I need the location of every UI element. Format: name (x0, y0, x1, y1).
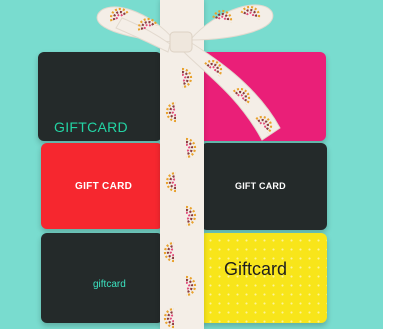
image-margin (383, 0, 396, 329)
ribbon-bow-decoration (96, 3, 281, 329)
gift-cards-photo: GIFTCARD GIFT CARD GIFT CARD giftcard Gi… (0, 0, 383, 329)
